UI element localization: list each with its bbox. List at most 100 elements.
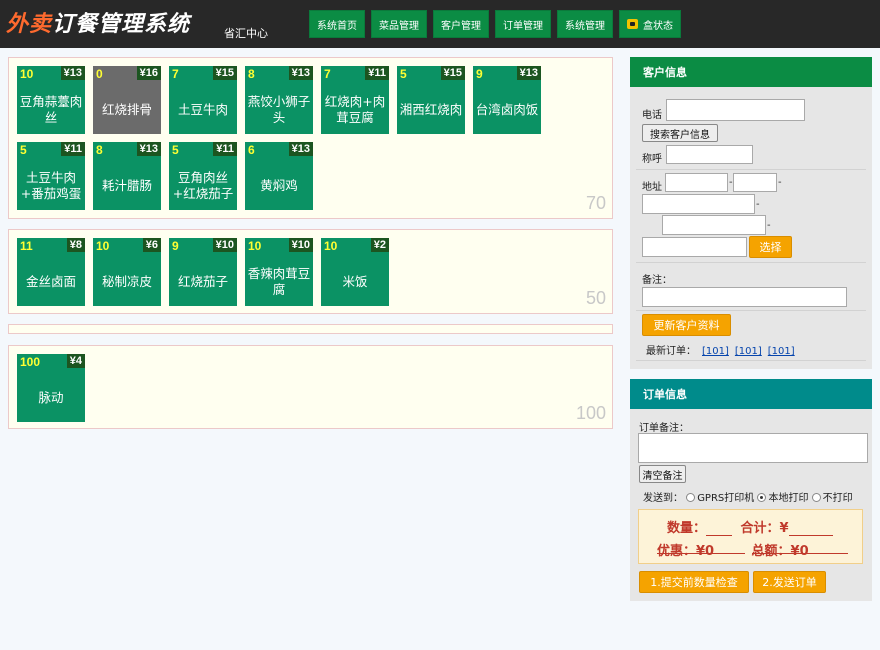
dish-name: 土豆牛肉 bbox=[177, 102, 228, 117]
dish-price: ¥15 bbox=[440, 66, 465, 80]
box-status-label: 盒状态 bbox=[643, 20, 673, 32]
dish-tile[interactable]: 9 ¥13 台湾卤肉饭 bbox=[473, 66, 541, 134]
dish-tile[interactable]: 5 ¥11 土豆牛肉+番茄鸡蛋 bbox=[17, 142, 85, 210]
dish-tile[interactable]: 7 ¥11 红烧肉+肉茸豆腐 bbox=[321, 66, 389, 134]
dish-category-panel-2: 50 11 ¥8 金丝卤面 10 ¥6 秘制凉皮 9 ¥10 红烧茄子 10 ¥10 香辣肉茸豆腐 10… bbox=[8, 229, 613, 314]
send-option-local[interactable]: 本地打印 bbox=[757, 493, 808, 504]
nav-dishes-button[interactable]: 菜品管理 bbox=[371, 10, 427, 38]
dish-price: ¥16 bbox=[136, 66, 161, 80]
branch-name: 省汇中心 bbox=[224, 27, 268, 40]
send-to-row: 发送到： GPRS打印机 本地打印 不打印 bbox=[643, 489, 853, 504]
recent-order-link[interactable]: [101] bbox=[735, 346, 762, 357]
dish-category-panel-3 bbox=[8, 324, 613, 334]
order-info-title: 订单信息 bbox=[630, 379, 872, 409]
clear-note-button[interactable]: 清空备注 bbox=[639, 465, 686, 483]
dish-name: 秘制凉皮 bbox=[101, 274, 152, 289]
customer-note-input[interactable] bbox=[642, 287, 847, 307]
dish-name: 香辣肉茸豆腐 bbox=[247, 266, 311, 297]
radio-gprs[interactable] bbox=[686, 493, 696, 502]
check-quantity-button[interactable]: 1.提交前数量检查 bbox=[639, 571, 749, 593]
order-summary-box: 数量： 合计：¥ 优惠：¥0 总额：¥0 bbox=[638, 509, 863, 564]
dish-tile[interactable]: 5 ¥11 豆角肉丝+红烧茄子 bbox=[169, 142, 237, 210]
category-stock-total: 70 bbox=[585, 193, 606, 213]
qty-label: 数量： bbox=[667, 521, 707, 536]
send-option-gprs[interactable]: GPRS打印机 bbox=[686, 493, 754, 504]
dish-stock: 7 bbox=[324, 67, 331, 81]
dish-price: ¥11 bbox=[61, 142, 85, 156]
address-city-input[interactable] bbox=[733, 173, 777, 192]
phone-input[interactable] bbox=[666, 99, 805, 121]
phone-icon bbox=[627, 19, 638, 29]
summary-line-1: 数量： 合计：¥ bbox=[667, 517, 833, 536]
dish-tile[interactable]: 11 ¥8 金丝卤面 bbox=[17, 238, 85, 306]
dish-tile[interactable]: 10 ¥6 秘制凉皮 bbox=[93, 238, 161, 306]
select-address-button[interactable]: 选择 bbox=[749, 236, 792, 258]
main-nav: 系统首页 菜品管理 客户管理 订单管理 系统管理 盒状态 bbox=[309, 10, 681, 38]
summary-line-2: 优惠：¥0 总额：¥0 bbox=[657, 539, 848, 559]
dish-name: 米饭 bbox=[342, 274, 368, 289]
dish-name: 燕饺小狮子头 bbox=[247, 94, 311, 125]
dish-price: ¥2 bbox=[370, 238, 389, 252]
dish-tile[interactable]: 100 ¥4 脉动 bbox=[17, 354, 85, 422]
total-value: 总额：¥0 bbox=[751, 540, 848, 559]
no-print-label: 不打印 bbox=[822, 493, 853, 504]
customer-note-label: 备注： bbox=[642, 275, 672, 286]
dish-tile[interactable]: 7 ¥15 土豆牛肉 bbox=[169, 66, 237, 134]
dish-tile[interactable]: 0 ¥16 红烧排骨 bbox=[93, 66, 161, 134]
category-stock-total: 50 bbox=[585, 288, 606, 308]
address-detail-input[interactable] bbox=[642, 237, 747, 257]
dish-category-panel-1: 70 10 ¥13 豆角蒜薹肉丝 0 ¥16 红烧排骨 7 ¥15 土豆牛肉 8 ¥13 燕饺小狮子头… bbox=[8, 57, 613, 219]
address-district-input[interactable] bbox=[642, 194, 755, 214]
recent-order-link[interactable]: [101] bbox=[768, 346, 795, 357]
dish-price: ¥13 bbox=[516, 66, 541, 80]
address-province-input[interactable] bbox=[665, 173, 728, 192]
nav-box-status-button[interactable]: 盒状态 bbox=[619, 10, 681, 38]
divider bbox=[636, 360, 866, 361]
dish-price: ¥13 bbox=[60, 66, 85, 80]
dish-stock: 9 bbox=[172, 239, 179, 253]
dish-name: 豆角蒜薹肉丝 bbox=[19, 94, 83, 125]
nav-home-button[interactable]: 系统首页 bbox=[309, 10, 365, 38]
app-logo: 外卖订餐管理系统 bbox=[6, 6, 190, 37]
discount-value: 优惠：¥0 bbox=[657, 540, 745, 559]
dish-price: ¥8 bbox=[66, 238, 85, 252]
dish-tile[interactable]: 10 ¥2 米饭 bbox=[321, 238, 389, 306]
dish-name: 红烧排骨 bbox=[101, 102, 152, 117]
dish-tile[interactable]: 10 ¥13 豆角蒜薹肉丝 bbox=[17, 66, 85, 134]
dish-stock: 100 bbox=[20, 355, 41, 369]
dish-stock: 5 bbox=[400, 67, 407, 81]
address-separator: - bbox=[767, 220, 771, 231]
dish-stock: 11 bbox=[20, 239, 33, 253]
dish-tile[interactable]: 6 ¥13 黄焖鸡 bbox=[245, 142, 313, 210]
search-customer-button[interactable]: 搜索客户信息 bbox=[642, 124, 718, 142]
order-note-textarea[interactable] bbox=[638, 433, 868, 463]
radio-no-print[interactable] bbox=[811, 493, 821, 502]
dish-price: ¥10 bbox=[212, 238, 237, 252]
dish-tile[interactable]: 8 ¥13 耗汁腊肠 bbox=[93, 142, 161, 210]
logo-text-a: 外卖 bbox=[6, 12, 53, 37]
dish-name: 耗汁腊肠 bbox=[101, 178, 152, 193]
nav-customers-button[interactable]: 客户管理 bbox=[433, 10, 489, 38]
dish-name: 金丝卤面 bbox=[25, 274, 76, 289]
recent-orders: 最新订单： [101] [101] [101] bbox=[646, 342, 795, 357]
update-customer-button[interactable]: 更新客户资料 bbox=[642, 314, 731, 336]
address-street-input[interactable] bbox=[662, 215, 766, 235]
nav-orders-button[interactable]: 订单管理 bbox=[495, 10, 551, 38]
send-option-none[interactable]: 不打印 bbox=[811, 493, 853, 504]
dish-tile[interactable]: 5 ¥15 湘西红烧肉 bbox=[397, 66, 465, 134]
nav-system-button[interactable]: 系统管理 bbox=[557, 10, 613, 38]
send-order-button[interactable]: 2.发送订单 bbox=[753, 571, 826, 593]
order-info-panel: 订单信息 订单备注： 清空备注 发送到： GPRS打印机 本地打印 不打印 数量… bbox=[630, 379, 872, 601]
dish-tile[interactable]: 10 ¥10 香辣肉茸豆腐 bbox=[245, 238, 313, 306]
radio-local-print[interactable] bbox=[757, 493, 767, 502]
dish-tile[interactable]: 9 ¥10 红烧茄子 bbox=[169, 238, 237, 306]
dish-tile[interactable]: 8 ¥13 燕饺小狮子头 bbox=[245, 66, 313, 134]
recent-order-link[interactable]: [101] bbox=[702, 346, 729, 357]
dish-stock: 10 bbox=[248, 239, 262, 253]
name-input[interactable] bbox=[666, 145, 753, 164]
dish-name: 黄焖鸡 bbox=[260, 178, 298, 193]
dish-stock: 10 bbox=[20, 67, 34, 81]
dish-price: ¥6 bbox=[142, 238, 161, 252]
dish-stock: 10 bbox=[324, 239, 338, 253]
dish-stock: 9 bbox=[476, 67, 483, 81]
